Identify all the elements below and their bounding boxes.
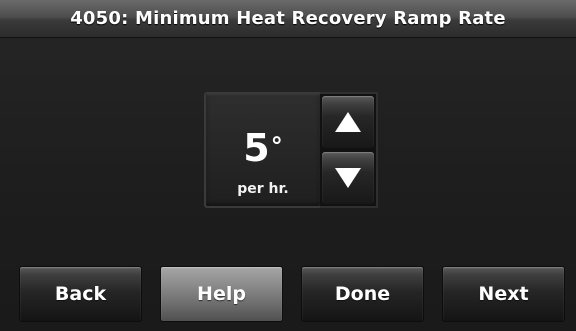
thermostat-screen: 4050: Minimum Heat Recovery Ramp Rate 5°… bbox=[0, 0, 576, 331]
help-button-label: Help bbox=[197, 283, 246, 305]
ramp-rate-value: 5 bbox=[243, 126, 270, 170]
next-button-label: Next bbox=[478, 283, 529, 305]
done-button-label: Done bbox=[334, 283, 391, 305]
back-button[interactable]: Back bbox=[19, 266, 142, 322]
stepper-column bbox=[320, 92, 378, 208]
triangle-up-icon bbox=[335, 112, 361, 132]
done-button[interactable]: Done bbox=[301, 266, 424, 322]
decrease-button[interactable] bbox=[322, 152, 374, 204]
ramp-rate-unit: per hr. bbox=[237, 181, 289, 197]
ramp-rate-value-line: 5° bbox=[206, 128, 320, 168]
increase-button[interactable] bbox=[322, 96, 374, 148]
degree-symbol: ° bbox=[270, 132, 283, 160]
ramp-rate-display: 5° per hr. bbox=[204, 92, 322, 208]
title-bar: 4050: Minimum Heat Recovery Ramp Rate bbox=[0, 0, 576, 38]
triangle-down-icon bbox=[335, 168, 361, 188]
next-button[interactable]: Next bbox=[442, 266, 565, 322]
page-title: 4050: Minimum Heat Recovery Ramp Rate bbox=[70, 8, 506, 29]
help-button[interactable]: Help bbox=[160, 266, 283, 322]
back-button-label: Back bbox=[54, 283, 107, 305]
